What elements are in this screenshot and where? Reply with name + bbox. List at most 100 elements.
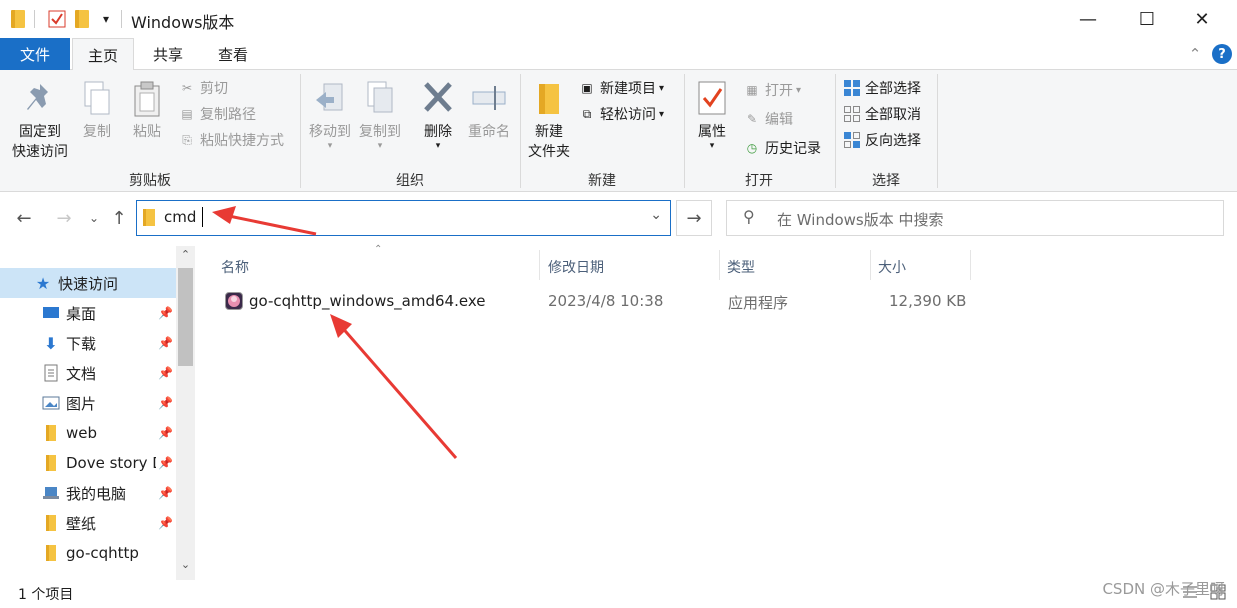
paste-button[interactable]: 粘贴 [127, 80, 167, 142]
collapse-ribbon-icon[interactable]: ⌃ [1183, 38, 1207, 70]
history-button[interactable]: ◷ 历史记录 [743, 137, 821, 159]
file-size: 12,390 KB [889, 292, 967, 310]
paste-shortcut-label: 粘贴快捷方式 [200, 133, 284, 149]
address-dropdown-chevron-icon[interactable]: ⌄ [650, 207, 662, 223]
sidebar-item-pictures[interactable]: 图片 📌 [0, 388, 176, 418]
pin-icon[interactable]: 📌 [158, 516, 173, 530]
sidebar-item-dove-story[interactable]: Dove story D 📌 [0, 448, 176, 478]
search-box[interactable]: ⚲ 在 Windows版本 中搜索 [726, 200, 1224, 236]
group-label-organize: 组织 [396, 173, 424, 189]
item-count: 1 个项目 [18, 587, 74, 603]
sidebar-item-quick-access[interactable]: ★ 快速访问 [0, 268, 176, 298]
new-folder-label-line2: 文件夹 [528, 144, 570, 160]
pin-icon [22, 80, 58, 118]
pin-icon[interactable]: 📌 [158, 306, 173, 320]
tab-view[interactable]: 查看 [203, 38, 263, 70]
new-folder-button[interactable]: 新建 文件夹 [524, 80, 574, 162]
back-arrow-icon[interactable]: ← [12, 206, 36, 230]
sidebar-scrollbar[interactable]: ⌃ ⌄ [176, 246, 195, 580]
sidebar-item-label: 快速访问 [58, 274, 119, 293]
new-item-label: 新建项目 [600, 81, 656, 97]
open-button[interactable]: ▦ 打开 ▾ [743, 79, 801, 101]
file-modified: 2023/4/8 10:38 [548, 292, 664, 310]
group-separator [937, 74, 938, 188]
pin-icon[interactable]: 📌 [158, 336, 173, 350]
move-to-button[interactable]: 移动到 ▾ [305, 80, 355, 151]
sidebar-item-my-computer[interactable]: 我的电脑 📌 [0, 478, 176, 508]
sidebar-item-downloads[interactable]: ⬇ 下载 📌 [0, 328, 176, 358]
pin-icon[interactable]: 📌 [158, 396, 173, 410]
properties-check-icon[interactable] [47, 8, 67, 30]
quick-access-dropdown-icon[interactable]: ▾ [96, 8, 116, 30]
rename-button[interactable]: 重命名 [464, 80, 514, 142]
sidebar-item-desktop[interactable]: 桌面 📌 [0, 298, 176, 328]
search-input[interactable]: 在 Windows版本 中搜索 [777, 209, 944, 230]
delete-button[interactable]: 删除 ▾ [418, 80, 458, 151]
select-none-button[interactable]: 全部取消 [843, 103, 921, 125]
properties-button[interactable]: 属性 ▾ [690, 80, 734, 151]
sidebar-item-label: web [66, 424, 98, 442]
new-item-button[interactable]: ▣ 新建项目 ▾ [578, 77, 664, 99]
invert-selection-button[interactable]: 反向选择 [843, 129, 921, 151]
up-arrow-icon[interactable]: ↑ [107, 206, 131, 230]
select-all-icon [843, 79, 861, 97]
pin-icon[interactable]: 📌 [158, 426, 173, 440]
go-arrow-button[interactable]: → [676, 200, 712, 236]
tab-home[interactable]: 主页 [72, 38, 134, 71]
sidebar-item-go-cqhttp[interactable]: go-cqhttp [0, 538, 176, 568]
sidebar-item-wallpaper[interactable]: 壁纸 📌 [0, 508, 176, 538]
folder-icon [42, 454, 60, 472]
pin-icon[interactable]: 📌 [158, 456, 173, 470]
cut-button[interactable]: ✂ 剪切 [178, 77, 228, 99]
scroll-down-icon[interactable]: ⌄ [176, 558, 195, 576]
sort-ascending-icon: ⌃ [374, 244, 383, 255]
sidebar-item-documents[interactable]: 文档 📌 [0, 358, 176, 388]
recent-locations-chevron-icon[interactable]: ⌄ [82, 206, 106, 230]
easy-access-icon: ⧉ [582, 106, 592, 121]
copy-button[interactable]: 复制 [77, 80, 117, 142]
select-all-button[interactable]: 全部选择 [843, 77, 921, 99]
scroll-up-icon[interactable]: ⌃ [176, 248, 195, 266]
scissors-icon: ✂ [181, 81, 193, 95]
column-separator[interactable] [719, 250, 720, 280]
edit-pencil-icon: ✎ [746, 112, 758, 126]
pin-quick-access-button[interactable]: 固定到 快速访问 [8, 80, 72, 162]
new-folder-label-line1: 新建 [535, 124, 563, 140]
copy-path-button[interactable]: ▤ 复制路径 [178, 103, 256, 125]
tab-share[interactable]: 共享 [138, 38, 198, 70]
easy-access-button[interactable]: ⧉ 轻松访问 ▾ [578, 103, 664, 125]
new-folder-icon[interactable] [72, 8, 92, 30]
pin-icon[interactable]: 📌 [158, 366, 173, 380]
column-header-name[interactable]: 名称 [221, 250, 249, 284]
chevron-down-icon: ▾ [377, 141, 383, 151]
delete-label: 删除 [424, 124, 452, 140]
easy-access-label: 轻松访问 [600, 107, 656, 123]
divider [121, 10, 122, 28]
address-input[interactable]: cmd [164, 208, 196, 226]
history-label: 历史记录 [765, 141, 821, 157]
column-header-modified[interactable]: 修改日期 [548, 250, 604, 284]
folder-icon [143, 209, 155, 226]
forward-arrow-icon[interactable]: → [52, 206, 76, 230]
paste-shortcut-button[interactable]: ⎘ 粘贴快捷方式 [178, 129, 284, 151]
column-separator[interactable] [539, 250, 540, 280]
folder-icon[interactable] [8, 8, 28, 30]
help-icon[interactable]: ? [1212, 44, 1232, 64]
tab-file[interactable]: 文件 [0, 38, 70, 70]
column-separator[interactable] [970, 250, 971, 280]
column-header-size[interactable]: 大小 [878, 250, 906, 284]
edit-button[interactable]: ✎ 编辑 [743, 108, 793, 130]
file-list: ⌃ 名称 修改日期 类型 大小 go-cqhttp_windows_amd64.… [197, 244, 1237, 580]
pin-icon[interactable]: 📌 [158, 486, 173, 500]
column-separator[interactable] [870, 250, 871, 280]
exe-app-icon [225, 292, 243, 310]
sidebar-item-web[interactable]: web 📌 [0, 418, 176, 448]
sidebar-item-label: 桌面 [66, 304, 97, 323]
column-header-type[interactable]: 类型 [727, 250, 755, 284]
group-label-clipboard: 剪贴板 [129, 173, 171, 189]
scrollbar-thumb[interactable] [178, 268, 193, 366]
close-button[interactable]: ✕ [1167, 0, 1237, 38]
copy-to-button[interactable]: 复制到 ▾ [355, 80, 405, 151]
file-name[interactable]: go-cqhttp_windows_amd64.exe [249, 292, 485, 310]
address-bar[interactable]: cmd ⌄ [136, 200, 671, 236]
